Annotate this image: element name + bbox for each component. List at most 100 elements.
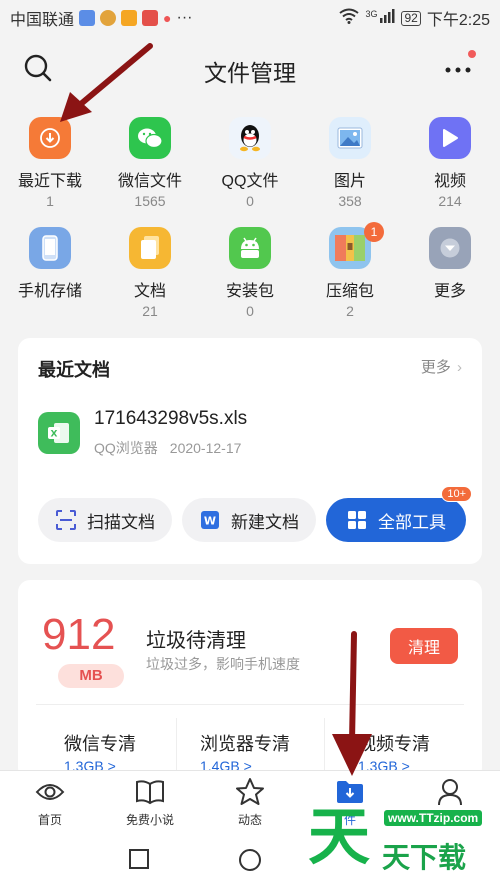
category-count: 21 <box>142 303 158 319</box>
phone-storage-icon <box>29 227 71 269</box>
star-icon <box>235 777 265 807</box>
watermark-logo: 天 www.TTzip.com 天下载 <box>308 792 500 882</box>
excel-file-icon: X <box>38 412 80 454</box>
tab-label: 免费小说 <box>125 813 174 827</box>
junk-amount: 912 <box>42 610 116 659</box>
qq-icon <box>229 117 271 159</box>
doc-meta: QQ浏览器 2020-12-17 <box>94 438 241 458</box>
grid-apps-icon <box>348 511 366 529</box>
app-header: 文件管理 <box>0 36 500 100</box>
recent-docs-title: 最近文档 <box>38 360 110 380</box>
doc-source: QQ浏览器 <box>94 440 158 456</box>
category-count: 0 <box>246 193 254 209</box>
category-label: QQ文件 <box>221 173 279 190</box>
document-icon <box>129 227 171 269</box>
svg-text:X: X <box>51 430 58 440</box>
category-qq-files[interactable]: QQ文件 0 <box>200 112 300 222</box>
clean-button[interactable]: 清理 <box>390 628 458 664</box>
book-icon <box>135 777 165 807</box>
video-clean-label[interactable]: 视频专清 <box>358 730 430 756</box>
app-notify-icon <box>142 10 159 26</box>
more-chevron-icon <box>429 227 471 269</box>
cleanup-title: 垃圾待清理 <box>146 630 246 652</box>
tab-home[interactable]: 首页 <box>0 771 100 832</box>
category-label: 压缩包 <box>325 283 374 300</box>
category-images[interactable]: 图片 358 <box>300 112 400 222</box>
new-document-button[interactable]: W 新建文档 <box>182 498 316 542</box>
category-more[interactable]: 更多 <box>400 222 500 332</box>
app-notify-icon <box>79 10 96 26</box>
battery-indicator: 92 <box>401 10 421 26</box>
column-divider <box>324 718 325 778</box>
tab-feed[interactable]: 动态 <box>200 771 300 832</box>
category-archives[interactable]: 1 压缩包 2 <box>300 222 400 332</box>
category-label: 更多 <box>433 283 466 300</box>
tab-label: 动态 <box>237 813 262 827</box>
recent-doc-item[interactable]: X 171643298v5s.xls QQ浏览器 2020-12-17 <box>38 408 458 458</box>
chevron-right-icon: › <box>457 359 462 376</box>
word-doc-icon: W <box>201 511 219 529</box>
recent-docs-more-link[interactable]: 更多 › <box>421 356 462 377</box>
cleanup-card: 912 MB 垃圾待清理 垃圾过多，影响手机速度 清理 微信专清 1.3GB >… <box>18 580 482 780</box>
wifi-icon <box>339 8 360 29</box>
more-menu-button[interactable] <box>442 50 476 86</box>
home-button[interactable] <box>238 848 262 877</box>
category-phone-storage[interactable]: 手机存储 <box>0 222 100 332</box>
category-label: 安装包 <box>225 283 274 300</box>
overflow-dots-icon: ··· <box>176 9 193 26</box>
column-divider <box>176 718 177 778</box>
category-count: 1 <box>46 193 54 209</box>
android-icon <box>229 227 271 269</box>
scan-icon <box>56 510 76 530</box>
carrier-label: 中国联通 <box>10 12 75 29</box>
download-icon <box>29 117 71 159</box>
category-count: 358 <box>338 193 362 209</box>
browser-clean-label[interactable]: 浏览器专清 <box>200 730 290 756</box>
scan-label: 扫描文档 <box>87 512 155 532</box>
clock: 下午2:25 <box>426 12 490 29</box>
all-tools-button[interactable]: 全部工具 10+ <box>326 486 472 542</box>
circle-icon <box>239 849 261 871</box>
category-label: 图片 <box>333 173 366 190</box>
notification-dot <box>468 50 476 58</box>
app-notify-icon <box>121 10 138 26</box>
doc-date: 2020-12-17 <box>169 440 242 456</box>
wechat-icon <box>129 117 171 159</box>
all-tools-label: 全部工具 <box>378 512 446 532</box>
category-label: 视频 <box>433 173 466 190</box>
category-label: 文档 <box>133 283 166 300</box>
category-grid: 最近下载 1 微信文件 1565 QQ文件 0 图片 358 视频 214 手机… <box>0 112 500 332</box>
category-videos[interactable]: 视频 214 <box>400 112 500 222</box>
tab-label: 首页 <box>37 813 62 827</box>
watermark-url: www.TTzip.com <box>384 810 483 826</box>
junk-unit-badge: MB <box>58 664 124 688</box>
signal-icon <box>379 8 395 28</box>
app-notify-icon <box>100 10 117 26</box>
category-count: 214 <box>438 193 462 209</box>
archive-count-badge: 1 <box>364 222 384 242</box>
status-bar: 中国联通 ● ··· 3G 92 下午2:25 <box>0 0 500 36</box>
doc-file-name: 171643298v5s.xls <box>94 408 248 429</box>
category-label: 手机存储 <box>17 283 82 300</box>
category-count: 0 <box>246 303 254 319</box>
recent-apps-button[interactable] <box>128 848 150 875</box>
page-title: 文件管理 <box>204 60 296 86</box>
recent-docs-card: 最近文档 更多 › X 171643298v5s.xls QQ浏览器 2020-1… <box>18 338 482 564</box>
category-install-packages[interactable]: 安装包 0 <box>200 222 300 332</box>
square-icon <box>129 849 149 869</box>
category-count: 2 <box>346 303 354 319</box>
category-label: 微信文件 <box>117 173 182 190</box>
watermark-text: 天下载 <box>382 842 467 873</box>
category-count: 1565 <box>134 193 166 209</box>
cleanup-subtitle: 垃圾过多，影响手机速度 <box>146 656 300 672</box>
more-dots-icon <box>445 67 471 73</box>
video-icon <box>429 117 471 159</box>
category-recent-downloads[interactable]: 最近下载 1 <box>0 112 100 222</box>
tab-free-novels[interactable]: 免费小说 <box>100 771 200 832</box>
location-icon: ● <box>163 10 172 26</box>
category-documents[interactable]: 文档 21 <box>100 222 200 332</box>
category-wechat-files[interactable]: 微信文件 1565 <box>100 112 200 222</box>
eye-icon <box>35 777 65 807</box>
scan-document-button[interactable]: 扫描文档 <box>38 498 172 542</box>
wechat-clean-label[interactable]: 微信专清 <box>64 730 136 756</box>
